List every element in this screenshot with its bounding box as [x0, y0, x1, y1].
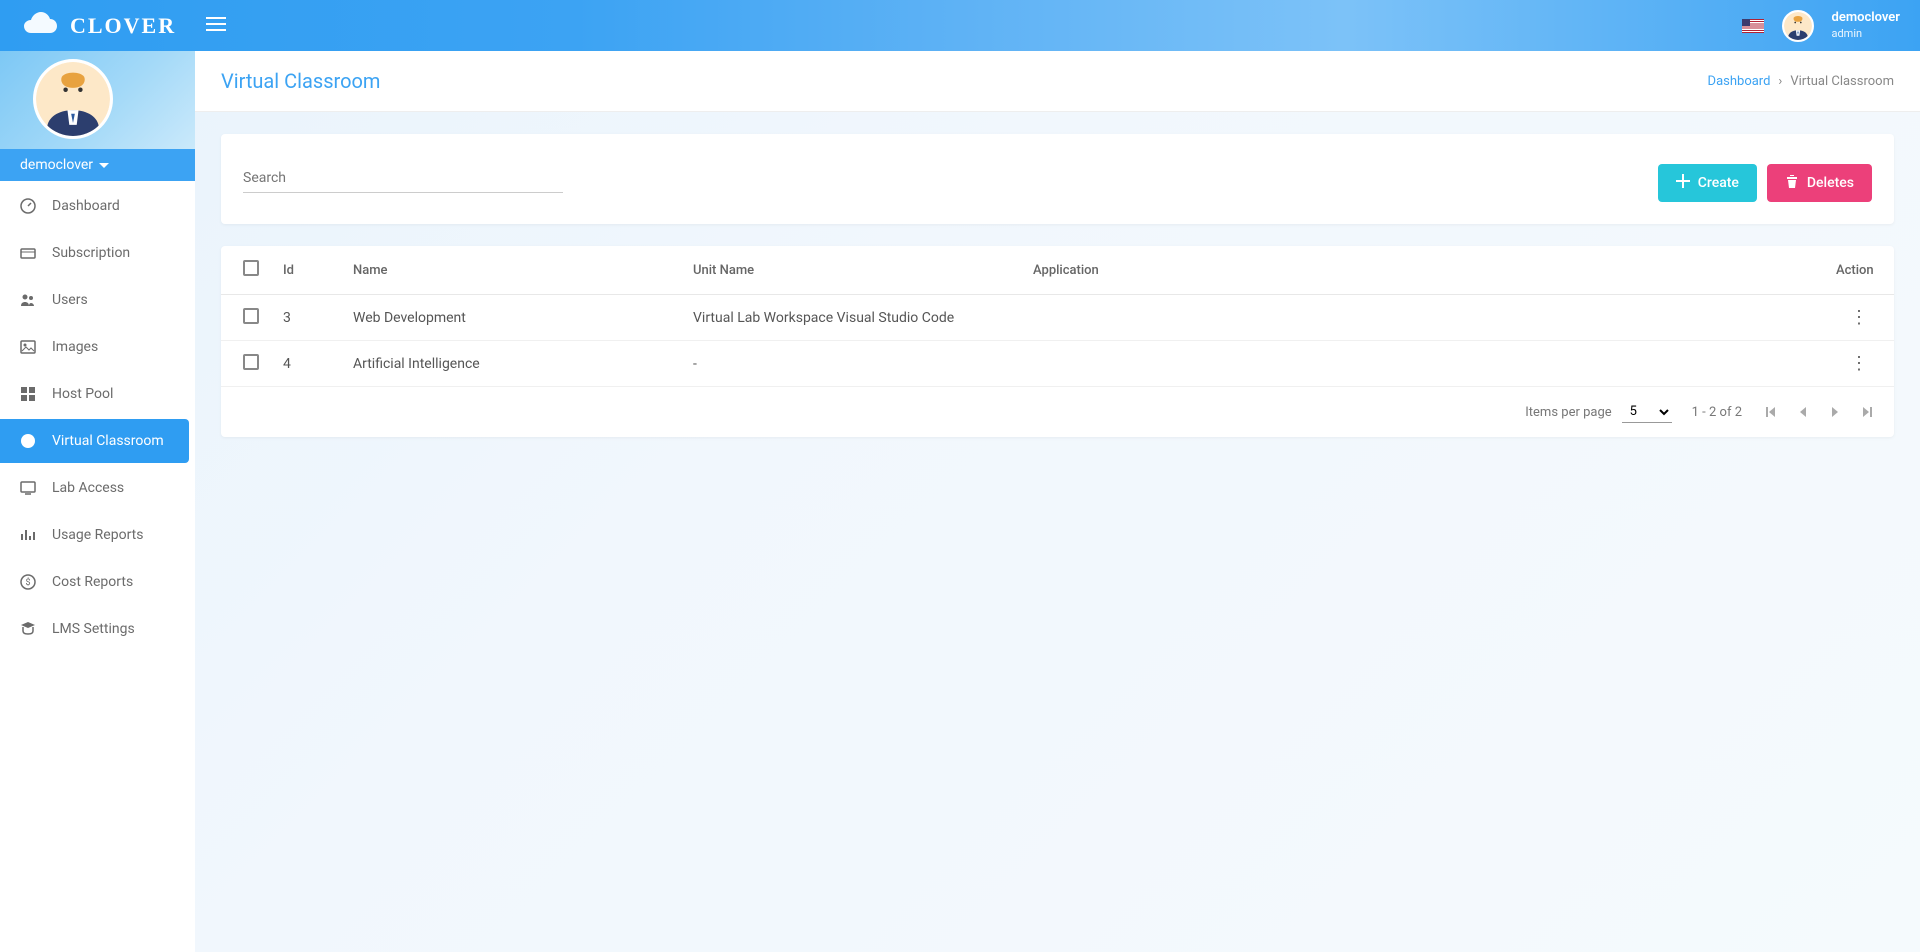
sidebar-item-label: Virtual Classroom: [52, 433, 164, 449]
menu-toggle-icon[interactable]: [206, 16, 226, 35]
classroom-icon: [18, 431, 38, 451]
col-header-action: Action: [1824, 246, 1894, 295]
sidebar-item-images[interactable]: Images: [0, 325, 189, 369]
dashboard-icon: [18, 196, 38, 216]
sidebar-item-cost[interactable]: $ Cost Reports: [0, 560, 189, 604]
sidebar: democlover Dashboard Subscription Users Ima…: [0, 51, 195, 952]
page-title: Virtual Classroom: [221, 69, 380, 93]
header-right: democlover admin: [1742, 10, 1901, 42]
chevron-down-icon: [99, 157, 109, 173]
lab-icon: [18, 478, 38, 498]
locale-flag-icon[interactable]: [1742, 19, 1764, 33]
sidebar-item-label: Subscription: [52, 245, 130, 261]
pagination-range: 1 - 2 of 2: [1692, 405, 1742, 420]
sidebar-item-label: Lab Access: [52, 480, 124, 496]
col-header-application: Application: [1021, 246, 1824, 295]
next-page-button[interactable]: [1826, 403, 1844, 421]
app-header: CLOVER democlover admin: [0, 0, 1920, 51]
sidebar-item-users[interactable]: Users: [0, 278, 189, 322]
subscription-icon: [18, 243, 38, 263]
cell-name: Web Development: [341, 295, 681, 341]
pagination: Items per page 5 1 - 2 of 2: [221, 387, 1894, 437]
sidebar-item-label: Images: [52, 339, 98, 355]
last-page-button[interactable]: [1858, 403, 1876, 421]
cost-icon: $: [18, 572, 38, 592]
sidebar-avatar: [33, 59, 113, 139]
cell-unit: -: [681, 341, 1021, 387]
cell-name: Artificial Intelligence: [341, 341, 681, 387]
sidebar-item-subscription[interactable]: Subscription: [0, 231, 189, 275]
breadcrumb-dashboard-link[interactable]: Dashboard: [1708, 74, 1771, 89]
sidebar-item-hostpool[interactable]: Host Pool: [0, 372, 189, 416]
sidebar-user-label: democlover: [20, 157, 93, 173]
col-header-id: Id: [271, 246, 341, 295]
sidebar-item-lms[interactable]: LMS Settings: [0, 607, 189, 651]
cell-unit: Virtual Lab Workspace Visual Studio Code: [681, 295, 1021, 341]
sidebar-item-dashboard[interactable]: Dashboard: [0, 184, 189, 228]
chevron-right-icon: ›: [1778, 74, 1782, 89]
plus-icon: [1676, 174, 1690, 192]
row-action-menu-icon[interactable]: ⋮: [1850, 307, 1868, 328]
lms-icon: [18, 619, 38, 639]
sidebar-item-label: LMS Settings: [52, 621, 135, 637]
search-field-wrap: [243, 164, 563, 193]
svg-text:$: $: [25, 577, 30, 588]
table-row: 3Web DevelopmentVirtual Lab Workspace Vi…: [221, 295, 1894, 341]
sidebar-nav: Dashboard Subscription Users Images Host Poo…: [0, 184, 195, 651]
toolbar-card: Create Deletes: [221, 134, 1894, 224]
table-header-row: Id Name Unit Name Application Action: [221, 246, 1894, 295]
deletes-button-label: Deletes: [1807, 175, 1854, 191]
main-content: Virtual Classroom Dashboard › Virtual Cl…: [195, 51, 1920, 952]
sidebar-item-classroom[interactable]: Virtual Classroom: [0, 419, 189, 463]
row-checkbox[interactable]: [243, 354, 259, 370]
search-input[interactable]: [243, 164, 563, 193]
table-card: Id Name Unit Name Application Action 3We…: [221, 246, 1894, 437]
col-header-unit: Unit Name: [681, 246, 1021, 295]
create-button[interactable]: Create: [1658, 164, 1757, 202]
hostpool-icon: [18, 384, 38, 404]
header-avatar[interactable]: [1782, 10, 1814, 42]
cell-application: [1021, 295, 1824, 341]
classroom-table: Id Name Unit Name Application Action 3We…: [221, 246, 1894, 387]
row-checkbox[interactable]: [243, 308, 259, 324]
sidebar-item-lab[interactable]: Lab Access: [0, 466, 189, 510]
usage-icon: [18, 525, 38, 545]
toolbar: Create Deletes: [221, 134, 1894, 224]
sidebar-item-label: Cost Reports: [52, 574, 133, 590]
header-user-info[interactable]: democlover admin: [1832, 10, 1901, 41]
create-button-label: Create: [1698, 175, 1739, 191]
sidebar-profile: democlover: [0, 51, 195, 181]
select-all-checkbox[interactable]: [243, 260, 259, 276]
trash-icon: [1785, 174, 1799, 192]
items-per-page-label: Items per page: [1525, 405, 1611, 420]
users-icon: [18, 290, 38, 310]
col-header-name: Name: [341, 246, 681, 295]
deletes-button[interactable]: Deletes: [1767, 164, 1872, 202]
cell-id: 4: [271, 341, 341, 387]
sidebar-item-label: Host Pool: [52, 386, 113, 402]
cell-id: 3: [271, 295, 341, 341]
header-user-name: democlover: [1832, 10, 1901, 27]
header-user-role: admin: [1832, 27, 1901, 41]
images-icon: [18, 337, 38, 357]
brand-name: CLOVER: [70, 13, 176, 39]
prev-page-button[interactable]: [1794, 403, 1812, 421]
cell-application: [1021, 341, 1824, 387]
sidebar-item-label: Dashboard: [52, 198, 120, 214]
sidebar-item-label: Users: [52, 292, 88, 308]
logo: CLOVER: [20, 11, 176, 41]
cloud-logo-icon: [20, 11, 60, 41]
breadcrumb-current: Virtual Classroom: [1790, 74, 1894, 89]
page-size-select[interactable]: 5: [1622, 401, 1672, 423]
sidebar-user-dropdown[interactable]: democlover: [0, 149, 195, 181]
table-row: 4Artificial Intelligence- ⋮: [221, 341, 1894, 387]
breadcrumb: Dashboard › Virtual Classroom: [1708, 74, 1894, 89]
sidebar-item-usage[interactable]: Usage Reports: [0, 513, 189, 557]
row-action-menu-icon[interactable]: ⋮: [1850, 353, 1868, 374]
sidebar-item-label: Usage Reports: [52, 527, 143, 543]
page-header: Virtual Classroom Dashboard › Virtual Cl…: [195, 51, 1920, 112]
first-page-button[interactable]: [1762, 403, 1780, 421]
